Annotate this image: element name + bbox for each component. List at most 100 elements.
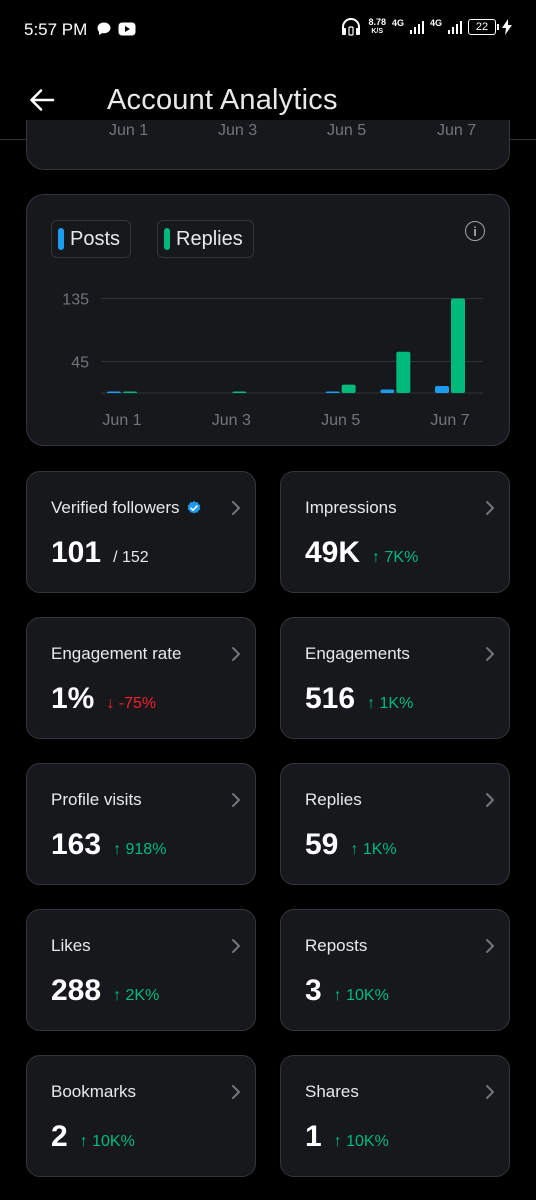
stat-card-impressions[interactable]: Impressions 49K ↑ 7K% — [280, 471, 510, 593]
stat-value: 101 — [51, 536, 102, 569]
stat-value-row: 59 ↑ 1K% — [305, 828, 397, 862]
posts-bar — [325, 391, 340, 393]
stat-value-row: 3 ↑ 10K% — [305, 974, 389, 1008]
stat-change: ↑ 918% — [113, 841, 167, 858]
y-tick-label: 45 — [71, 355, 89, 372]
signal-icon — [409, 21, 424, 34]
chevron-right-icon — [486, 501, 494, 515]
chevron-right-icon — [486, 1085, 494, 1099]
y-tick-label: 135 — [62, 292, 89, 309]
charging-bolt-icon — [502, 19, 512, 35]
stat-label: Shares — [305, 1082, 359, 1102]
stat-card-reposts[interactable]: Reposts 3 ↑ 10K% — [280, 909, 510, 1031]
stat-change: ↑ 2K% — [113, 987, 160, 1004]
stat-label: Replies — [305, 790, 362, 810]
chevron-right-icon — [232, 793, 240, 807]
stat-label: Verified followers — [51, 498, 202, 518]
chevron-right-icon — [232, 501, 240, 515]
x-tick-label: Jun 7 — [430, 412, 469, 429]
chevron-right-icon — [486, 793, 494, 807]
replies-bar — [451, 298, 465, 393]
stat-value-row: 1 ↑ 10K% — [305, 1120, 389, 1154]
stat-value: 3 — [305, 974, 322, 1007]
stat-card-bookmarks[interactable]: Bookmarks 2 ↑ 10K% — [26, 1055, 256, 1177]
previous-chart-card: Jun 1 Jun 3 Jun 5 Jun 7 — [26, 120, 510, 170]
stat-total: / 152 — [113, 549, 149, 566]
stat-value: 1 — [305, 1120, 322, 1153]
stat-value: 1% — [51, 682, 95, 715]
stat-card-shares[interactable]: Shares 1 ↑ 10K% — [280, 1055, 510, 1177]
stat-label-text: Engagements — [305, 644, 410, 663]
stat-change: ↑ 1K% — [367, 695, 414, 712]
prev-x-label: Jun 7 — [437, 122, 477, 139]
stat-label: Engagement rate — [51, 644, 181, 664]
stat-label-text: Replies — [305, 790, 362, 809]
stat-value: 59 — [305, 828, 339, 861]
chevron-right-icon — [232, 939, 240, 953]
stat-value-row: 288 ↑ 2K% — [51, 974, 159, 1008]
network-type-1: 4G — [391, 18, 404, 28]
stat-change: ↓ -75% — [106, 695, 157, 712]
stat-label-text: Likes — [51, 936, 91, 955]
stat-label-text: Profile visits — [51, 790, 142, 809]
page-title: Account Analytics — [107, 84, 338, 116]
stat-label: Engagements — [305, 644, 410, 664]
stat-value-row: 1% ↓ -75% — [51, 682, 156, 716]
stat-label-text: Engagement rate — [51, 644, 182, 663]
stat-label-text: Verified followers — [51, 498, 180, 517]
stat-change: ↑ 10K% — [333, 987, 389, 1004]
replies-bar — [123, 391, 137, 393]
stat-label-text: Reposts — [305, 936, 368, 955]
status-bar: 5:57 PM 8.78 K/S 4G 4G 22 — [0, 0, 536, 60]
verified-badge-icon — [187, 501, 200, 514]
bar-chart: 45 135 Jun 1 Jun 3 Jun 5 Jun 7 — [62, 292, 483, 429]
stat-label: Impressions — [305, 498, 397, 518]
stat-label-text: Shares — [305, 1082, 359, 1101]
stat-label: Profile visits — [51, 790, 142, 810]
stat-value-row: 49K ↑ 7K% — [305, 536, 418, 570]
stat-value-row: 2 ↑ 10K% — [51, 1120, 135, 1154]
stat-card-engagement-rate[interactable]: Engagement rate 1% ↓ -75% — [26, 617, 256, 739]
battery-icon: 22 — [468, 19, 499, 35]
stat-change: ↑ 1K% — [350, 841, 397, 858]
signal-icon-2 — [448, 21, 462, 34]
headphones-icon — [342, 18, 361, 36]
stat-value-row: 101 / 152 — [51, 536, 149, 570]
stat-label-text: Impressions — [305, 498, 397, 517]
stat-label: Likes — [51, 936, 91, 956]
stat-label-text: Bookmarks — [51, 1082, 137, 1101]
stat-label: Reposts — [305, 936, 367, 956]
stat-value: 2 — [51, 1120, 68, 1153]
chevron-right-icon — [486, 939, 494, 953]
chevron-right-icon — [486, 647, 494, 661]
stat-card-profile-visits[interactable]: Profile visits 163 ↑ 918% — [26, 763, 256, 885]
stat-value-row: 516 ↑ 1K% — [305, 682, 413, 716]
stat-card-likes[interactable]: Likes 288 ↑ 2K% — [26, 909, 256, 1031]
stat-card-engagements[interactable]: Engagements 516 ↑ 1K% — [280, 617, 510, 739]
prev-x-label: Jun 5 — [327, 122, 367, 139]
x-tick-label: Jun 1 — [102, 412, 141, 429]
replies-bar — [232, 391, 247, 393]
stat-change: ↑ 7K% — [372, 549, 419, 566]
stat-change: ↑ 10K% — [79, 1133, 135, 1150]
back-arrow-icon[interactable] — [26, 84, 58, 116]
status-time: 5:57 PM — [24, 20, 88, 39]
prev-x-label: Jun 1 — [109, 122, 149, 139]
stat-change: ↑ 10K% — [333, 1133, 389, 1150]
stat-label: Bookmarks — [51, 1082, 136, 1102]
chevron-right-icon — [232, 647, 240, 661]
x-tick-label: Jun 3 — [212, 412, 251, 429]
stat-value: 163 — [51, 828, 102, 861]
x-tick-label: Jun 5 — [321, 412, 360, 429]
stat-value-row: 163 ↑ 918% — [51, 828, 166, 862]
chevron-right-icon — [232, 1085, 240, 1099]
prev-x-label: Jun 3 — [218, 122, 258, 139]
stat-card-replies[interactable]: Replies 59 ↑ 1K% — [280, 763, 510, 885]
posts-bar — [435, 386, 449, 393]
posts-replies-chart-card: Posts Replies i 45 135 Jun 1 Jun 3 Jun 5 Jun … — [26, 194, 510, 446]
stat-card-verified-followers[interactable]: Verified followers 101 / 152 — [26, 471, 256, 593]
stat-value: 49K — [305, 536, 361, 569]
replies-bar — [341, 384, 356, 393]
video-play-icon — [118, 22, 136, 36]
posts-bar — [107, 391, 121, 393]
